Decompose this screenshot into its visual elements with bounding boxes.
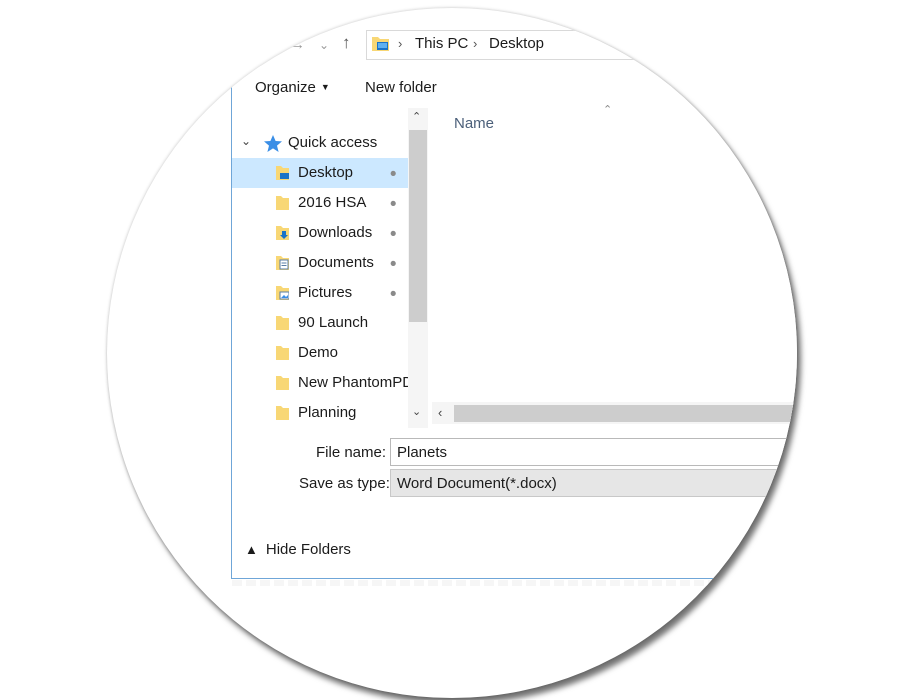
desktop-folder-icon: [372, 37, 389, 51]
folder-icon: [276, 376, 289, 390]
nav-item-label: Planning: [298, 404, 357, 421]
folder-icon: [276, 316, 289, 330]
hide-folders-label: Hide Folders: [265, 541, 351, 558]
scroll-left-arrow-icon[interactable]: ‹: [438, 405, 442, 420]
underlying-page-fragment: [232, 580, 797, 586]
quick-access-label[interactable]: Quick access: [288, 134, 377, 151]
file-list-scrollbar-thumb[interactable]: [454, 405, 797, 422]
documents-folder-icon: [276, 256, 289, 270]
nav-item-label: Demo: [298, 344, 339, 361]
save-as-type-select[interactable]: Word Document(*.docx): [390, 469, 797, 497]
file-name-input[interactable]: Planets: [390, 438, 797, 466]
quick-access-star-icon: [264, 135, 282, 152]
chevron-up-icon: ▲: [245, 542, 258, 557]
save-as-type-label: Save as type:: [299, 475, 390, 492]
organize-label: Organize: [255, 79, 316, 96]
recent-locations-chevron-icon[interactable]: ⌄: [319, 38, 329, 52]
nav-item-label: 90 Launch: [298, 314, 369, 331]
nav-item-label: 2016 HSA: [298, 194, 367, 211]
organize-button[interactable]: Organize ▼: [255, 79, 330, 96]
breadcrumb-separator-icon: ›: [398, 36, 403, 51]
breadcrumb-separator-icon: ›: [473, 36, 478, 51]
desktop-folder-icon: [276, 166, 289, 180]
forward-arrow-icon[interactable]: →: [290, 36, 305, 53]
dropdown-caret-icon: ▼: [320, 82, 330, 92]
folder-icon: [276, 346, 289, 360]
nav-item-label: Documents: [298, 254, 374, 271]
column-header-name[interactable]: Name: [454, 115, 494, 132]
folder-icon: [276, 196, 289, 210]
breadcrumb-desktop[interactable]: Desktop: [489, 35, 544, 52]
nav-item-label: Pictures: [298, 284, 353, 301]
file-name-label: File name:: [316, 444, 387, 461]
breadcrumb-this-pc[interactable]: This PC: [415, 35, 468, 52]
hide-folders-button[interactable]: ▲ Hide Folders: [245, 541, 351, 558]
folder-icon: [276, 406, 289, 420]
nav-item-label: New PhantomPD: [298, 374, 408, 391]
nav-item-label: Downloads: [298, 224, 373, 241]
up-arrow-icon[interactable]: ↑: [342, 33, 351, 53]
sort-ascending-icon: ⌃: [603, 104, 613, 116]
scroll-up-arrow-icon[interactable]: ⌃: [412, 110, 421, 123]
downloads-folder-icon: [276, 226, 289, 240]
pictures-folder-icon: [276, 286, 289, 300]
new-folder-button[interactable]: New folder: [365, 79, 437, 96]
save-as-dialog: → ⌄ ↑ › This PC › Desktop Organize ▼ New …: [107, 8, 797, 698]
magnifier-circle: → ⌄ ↑ › This PC › Desktop Organize ▼ New …: [107, 8, 797, 698]
scroll-down-arrow-icon[interactable]: ⌄: [412, 405, 421, 418]
nav-item-label: Desktop: [298, 164, 354, 181]
nav-pane-scrollbar-thumb[interactable]: [409, 130, 427, 322]
quick-access-expand-chevron-icon[interactable]: ⌄: [241, 134, 251, 148]
